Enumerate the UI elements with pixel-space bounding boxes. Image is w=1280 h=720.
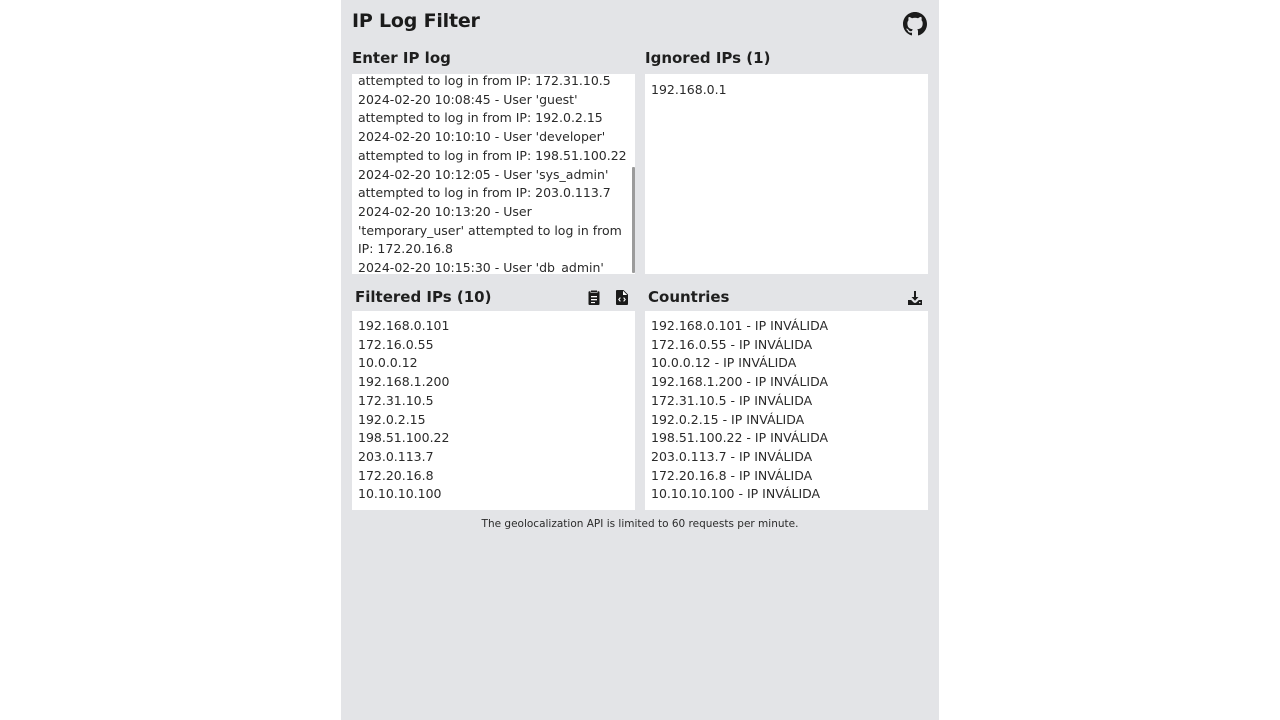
filtered-ip-item: 192.168.0.101 — [358, 318, 450, 333]
ignored-section-title: Ignored IPs (1) — [645, 49, 771, 67]
filtered-ip-item: 172.16.0.55 — [358, 336, 434, 352]
filtered-ip-item: 192.0.2.15 — [358, 411, 426, 427]
log-scrollbar[interactable] — [632, 167, 635, 273]
github-icon[interactable] — [903, 12, 927, 36]
country-item: 10.0.0.12 - IP INVÁLIDA — [651, 355, 797, 371]
filtered-ip-item: 172.31.10.5 — [358, 392, 434, 408]
clipboard-icon[interactable] — [586, 289, 602, 305]
country-item: 203.0.113.7 - IP INVÁLIDA — [651, 448, 813, 464]
app-title: IP Log Filter — [352, 10, 480, 32]
filtered-section-title: Filtered IPs (10) — [355, 288, 492, 306]
log-line: 2024-02-20 10:13:20 - User 'temporary_us… — [358, 203, 622, 257]
country-item: 10.10.10.100 - IP INVÁLIDA — [651, 486, 821, 502]
filtered-ip-item: 10.10.10.100 — [358, 486, 442, 502]
country-item: 172.31.10.5 - IP INVÁLIDA — [651, 392, 813, 408]
filtered-ip-item: 10.0.0.12 — [358, 355, 418, 371]
countries-section-title: Countries — [648, 288, 730, 306]
filtered-ip-item: 172.20.16.8 — [358, 467, 434, 483]
log-line: 2024-02-20 10:10:10 - User 'developer' a… — [358, 129, 627, 163]
filtered-ips-textarea[interactable]: 192.168.0.101 172.16.0.55 10.0.0.12 192.168… — [352, 311, 635, 510]
app-container: IP Log Filter Enter IP log attempted to … — [341, 0, 939, 720]
ignored-ip-item: 192.168.0.1 — [651, 82, 727, 97]
country-item: 198.51.100.22 - IP INVÁLIDA — [651, 430, 829, 446]
filtered-ip-item: 203.0.113.7 — [358, 448, 434, 464]
countries-textarea[interactable]: 192.168.0.101 - IP INVÁLIDA 172.16.0.55 -… — [645, 311, 928, 510]
country-item: 192.0.2.15 - IP INVÁLIDA — [651, 411, 805, 427]
log-line: 2024-02-20 10:12:05 - User 'sys_admin' a… — [358, 166, 611, 201]
filtered-ip-item: 198.51.100.22 — [358, 430, 450, 446]
ignored-ips-textarea[interactable]: 192.168.0.1 — [645, 74, 928, 274]
country-item: 192.168.1.200 - IP INVÁLIDA — [651, 374, 829, 390]
log-line: attempted to log in from IP: 172.31.10.5 — [358, 74, 611, 88]
api-limit-note: The geolocalization API is limited to 60… — [481, 518, 799, 530]
log-section-title: Enter IP log — [352, 49, 451, 67]
log-line: 2024-02-20 10:08:45 - User 'guest' attem… — [358, 91, 603, 126]
country-item: 172.20.16.8 - IP INVÁLIDA — [651, 467, 813, 483]
ip-log-textarea[interactable]: attempted to log in from IP: 172.31.10.5… — [352, 74, 635, 274]
country-item: 172.16.0.55 - IP INVÁLIDA — [651, 336, 813, 352]
filtered-ip-item: 192.168.1.200 — [358, 374, 450, 390]
log-line: 2024-02-20 10:15:30 - User 'db_admin' at… — [358, 260, 604, 274]
log-lines: attempted to log in from IP: 172.31.10.5… — [358, 74, 628, 274]
country-item: 192.168.0.101 - IP INVÁLIDA — [651, 318, 829, 333]
file-export-icon[interactable] — [614, 289, 630, 305]
download-icon[interactable] — [907, 290, 923, 306]
